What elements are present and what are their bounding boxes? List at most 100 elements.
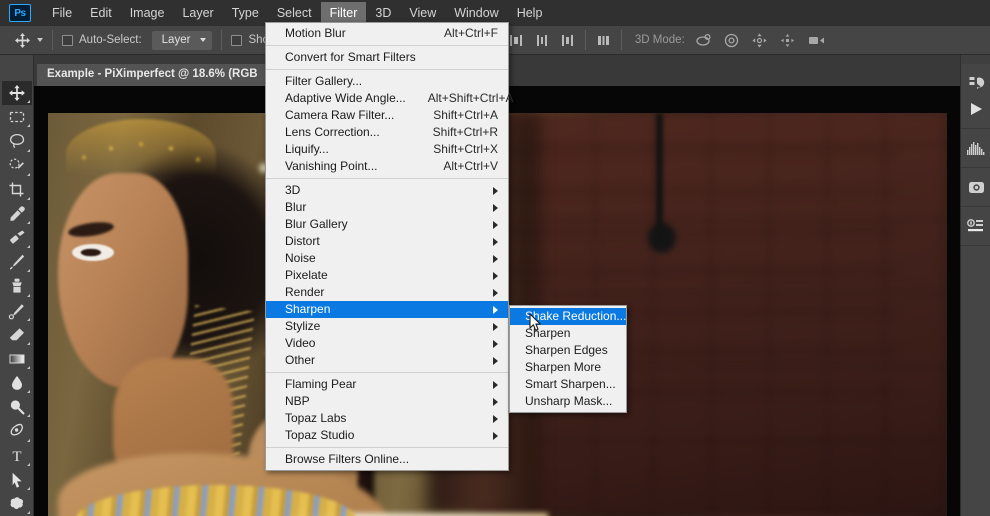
move-tool-flyout-triangle-icon[interactable] <box>26 97 30 104</box>
filter-menu-item-distort[interactable]: Distort <box>266 233 508 250</box>
gradient-tool-flyout-triangle-icon[interactable] <box>26 363 30 370</box>
marquee-tool-flyout-triangle-icon[interactable] <box>26 121 30 128</box>
drag-3d-icon[interactable] <box>751 32 768 49</box>
lasso-tool[interactable] <box>2 129 32 153</box>
sharpen-submenu-item-smart-sharpen[interactable]: Smart Sharpen... <box>510 376 626 393</box>
crop-tool-flyout-triangle-icon[interactable] <box>26 194 30 200</box>
move-tool[interactable] <box>1 81 32 106</box>
filter-menu-item-browse-filters-online[interactable]: Browse Filters Online... <box>266 451 508 468</box>
history-panel-icon[interactable] <box>961 70 990 96</box>
blur-tool[interactable] <box>2 371 32 395</box>
menubar-item-file[interactable]: File <box>43 2 81 25</box>
dodge-tool-flyout-triangle-icon[interactable] <box>26 411 30 418</box>
dock-group-2 <box>961 129 990 168</box>
filter-menu-item-lens-correction[interactable]: Lens Correction... Shift+Ctrl+R <box>266 124 508 141</box>
path-selection-tool[interactable] <box>2 468 32 492</box>
sharpen-submenu-item-sharpen-edges[interactable]: Sharpen Edges <box>510 342 626 359</box>
filter-menu-item-video[interactable]: Video <box>266 335 508 352</box>
eyedropper-tool[interactable] <box>2 202 32 226</box>
pen-tool[interactable] <box>2 419 32 443</box>
filter-menu-item-flaming-pear[interactable]: Flaming Pear <box>266 376 508 393</box>
distribute-right-icon[interactable] <box>559 32 576 49</box>
move-tool-icon <box>14 32 31 49</box>
filter-menu-item-render[interactable]: Render <box>266 284 508 301</box>
filter-menu-item-stylize[interactable]: Stylize <box>266 318 508 335</box>
filter-menu-item-other[interactable]: Other <box>266 352 508 369</box>
distribute-left-icon[interactable] <box>507 32 524 49</box>
auto-select-scope-chevron-down-icon[interactable] <box>200 37 207 42</box>
scale-3d-icon[interactable] <box>807 32 824 49</box>
type-tool-flyout-triangle-icon[interactable] <box>26 460 30 466</box>
filter-menu-item-noise[interactable]: Noise <box>266 250 508 267</box>
filter-menu-item-liquify[interactable]: Liquify... Shift+Ctrl+X <box>266 141 508 158</box>
filter-menu-item-topaz-studio[interactable]: Topaz Studio <box>266 427 508 444</box>
filter-menu-dropdown[interactable]: Motion Blur Alt+Ctrl+F Convert for Smart F… <box>265 22 513 471</box>
healing-brush-flyout-triangle-icon[interactable] <box>26 242 30 249</box>
eraser-tool-flyout-triangle-icon[interactable] <box>26 339 30 345</box>
distribute-horizontal-centers-icon[interactable] <box>533 32 550 49</box>
filter-menu-item-vanishing-point[interactable]: Vanishing Point... Alt+Ctrl+V <box>266 158 508 175</box>
properties-panel-icon[interactable] <box>961 213 990 239</box>
menubar-item-image[interactable]: Image <box>121 2 174 25</box>
dodge-tool[interactable] <box>2 395 32 419</box>
adjustments-panel-icon[interactable] <box>961 174 990 200</box>
filter-menu-item-camera-raw-filter[interactable]: Camera Raw Filter... Shift+Ctrl+A <box>266 107 508 124</box>
pen-tool-flyout-triangle-icon[interactable] <box>26 436 30 442</box>
filter-menu-item-motion-blur[interactable]: Motion Blur Alt+Ctrl+F <box>266 25 508 42</box>
sharpen-submenu-item-sharpen[interactable]: Sharpen <box>510 325 626 342</box>
path-selection-flyout-triangle-icon[interactable] <box>26 484 30 490</box>
brush-tool[interactable] <box>2 250 32 274</box>
lasso-tool-flyout-triangle-icon[interactable] <box>26 146 30 152</box>
dock-collapse-strip[interactable] <box>961 55 990 64</box>
filter-menu-item-topaz-labs[interactable]: Topaz Labs <box>266 410 508 427</box>
slide-3d-icon[interactable] <box>779 32 796 49</box>
history-brush-flyout-triangle-icon[interactable] <box>26 315 30 321</box>
show-transform-controls-control[interactable]: Sho <box>231 34 269 46</box>
gradient-tool[interactable] <box>2 347 32 371</box>
menubar-item-layer[interactable]: Layer <box>173 2 222 25</box>
menubar-item-edit[interactable]: Edit <box>81 2 121 25</box>
filter-menu-item-sharpen[interactable]: Sharpen <box>266 301 508 318</box>
filter-menu-item-blur[interactable]: Blur <box>266 199 508 216</box>
document-tab[interactable]: Example - PiXimperfect @ 18.6% (RGB <box>37 64 270 86</box>
eraser-tool[interactable] <box>2 323 32 347</box>
spot-healing-brush-tool[interactable] <box>2 226 32 250</box>
sharpen-submenu-item-sharpen-more[interactable]: Sharpen More <box>510 359 626 376</box>
filter-menu-item-3d[interactable]: 3D <box>266 182 508 199</box>
clone-stamp-tool[interactable] <box>2 274 32 298</box>
clone-stamp-flyout-triangle-icon[interactable] <box>26 291 30 297</box>
sharpen-submenu-item-shake-reduction[interactable]: Shake Reduction... <box>510 308 626 325</box>
quick-selection-flyout-triangle-icon[interactable] <box>26 170 30 176</box>
tool-preset-chevron-down-icon[interactable] <box>37 38 43 42</box>
distribute-spacing-icon[interactable] <box>595 32 612 49</box>
quick-selection-tool[interactable] <box>2 154 32 178</box>
actions-panel-icon[interactable] <box>961 96 990 122</box>
filter-menu-item-filter-gallery[interactable]: Filter Gallery... <box>266 73 508 90</box>
filter-menu-item-pixelate[interactable]: Pixelate <box>266 267 508 284</box>
brush-tool-flyout-triangle-icon[interactable] <box>26 266 30 273</box>
crop-tool[interactable] <box>2 178 32 202</box>
filter-menu-item-nbp[interactable]: NBP <box>266 393 508 410</box>
filter-menu-item-convert-for-smart-filters[interactable]: Convert for Smart Filters <box>266 49 508 66</box>
roll-3d-icon[interactable] <box>723 32 740 49</box>
shape-tool-flyout-triangle-icon[interactable] <box>26 508 30 515</box>
show-transform-checkbox[interactable] <box>231 34 243 46</box>
menubar-item-type[interactable]: Type <box>223 2 268 25</box>
history-brush-tool[interactable] <box>2 299 32 323</box>
rectangular-marquee-tool[interactable] <box>2 105 32 129</box>
menubar-item-help[interactable]: Help <box>508 2 552 25</box>
auto-select-scope-dropdown[interactable]: Layer <box>151 30 213 50</box>
auto-select-control[interactable]: Auto-Select: <box>62 34 142 46</box>
filter-menu-item-blur-gallery[interactable]: Blur Gallery <box>266 216 508 233</box>
filter-menu-item-adaptive-wide-angle[interactable]: Adaptive Wide Angle... Alt+Shift+Ctrl+A <box>266 90 513 107</box>
active-tool-preset[interactable] <box>14 32 43 49</box>
sharpen-submenu-item-unsharp-mask[interactable]: Unsharp Mask... <box>510 393 626 410</box>
eyedropper-flyout-triangle-icon[interactable] <box>26 218 30 225</box>
auto-select-checkbox[interactable] <box>62 34 73 46</box>
blur-tool-flyout-triangle-icon[interactable] <box>26 387 30 394</box>
histogram-panel-icon[interactable] <box>961 135 990 161</box>
rotate-3d-icon[interactable] <box>695 32 712 49</box>
horizontal-type-tool[interactable]: T <box>2 444 32 468</box>
custom-shape-tool[interactable] <box>2 492 32 516</box>
sharpen-submenu[interactable]: Shake Reduction... Sharpen Sharpen Edges Sh… <box>509 305 627 413</box>
